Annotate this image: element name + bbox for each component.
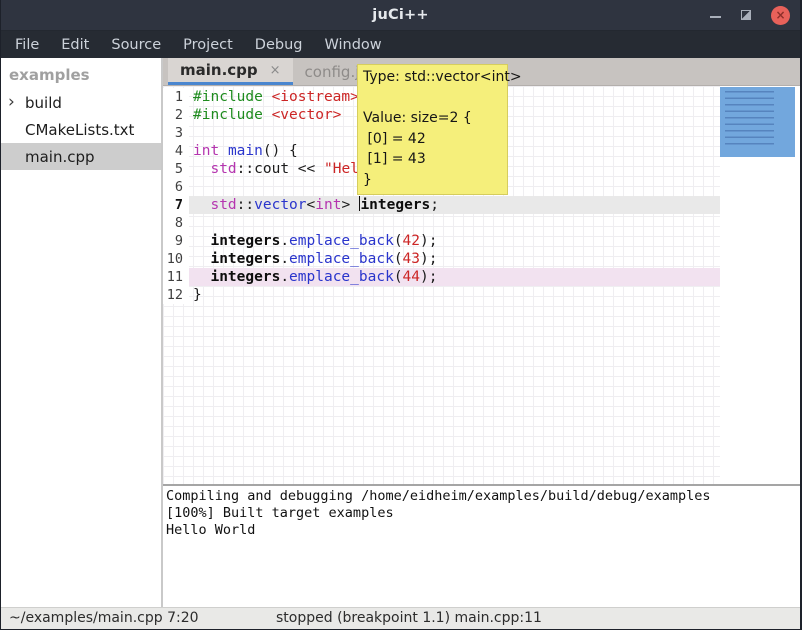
- line-number[interactable]: 12: [163, 286, 189, 304]
- file-tree-root: examples: [1, 58, 161, 89]
- menu-item-debug[interactable]: Debug: [246, 33, 312, 57]
- debug-value-tooltip: Type: std::vector<int>Value: size=2 { [0…: [357, 64, 508, 195]
- code-line[interactable]: 8: [163, 214, 720, 232]
- app-window: juCi++ × FileEditSourceProjectDebugWindo…: [0, 0, 802, 630]
- menu-item-project[interactable]: Project: [174, 33, 242, 57]
- line-number[interactable]: 10: [163, 250, 189, 268]
- line-number[interactable]: 1: [163, 88, 189, 106]
- tooltip-line: [0] = 42: [363, 129, 502, 150]
- tree-item-cmakelists-txt[interactable]: CMakeLists.txt: [1, 116, 161, 143]
- tab-close-icon[interactable]: ×: [270, 63, 281, 78]
- window-title: juCi++: [372, 7, 428, 23]
- menu-item-file[interactable]: File: [6, 33, 48, 57]
- close-icon[interactable]: ×: [771, 6, 790, 25]
- chevron-right-icon[interactable]: ›: [8, 92, 15, 112]
- code-content[interactable]: integers.emplace_back(44);: [189, 268, 720, 286]
- tooltip-line: Value: size=2 {: [363, 108, 502, 129]
- menu-item-source[interactable]: Source: [102, 33, 170, 57]
- tree-item-label: main.cpp: [25, 148, 95, 166]
- status-bar: ~/examples/main.cpp 7:20 stopped (breakp…: [1, 607, 800, 629]
- tooltip-line: [1] = 43: [363, 149, 502, 170]
- terminal-line: [100%] Built target examples: [166, 505, 800, 522]
- line-number[interactable]: 4: [163, 142, 189, 160]
- line-number[interactable]: 9: [163, 232, 189, 250]
- file-tree-sidebar[interactable]: examples › build CMakeLists.txt main.cpp: [1, 58, 161, 607]
- tab-main-cpp[interactable]: main.cpp ×: [168, 58, 293, 85]
- restore-icon[interactable]: [741, 10, 751, 20]
- menu-item-edit[interactable]: Edit: [52, 33, 98, 57]
- tooltip-line: Type: std::vector<int>: [363, 67, 502, 88]
- terminal-line: Hello World: [166, 522, 800, 539]
- line-number[interactable]: 11: [163, 268, 189, 286]
- menu-bar: FileEditSourceProjectDebugWindow: [1, 30, 800, 58]
- code-content[interactable]: [189, 214, 720, 232]
- terminal-output[interactable]: Compiling and debugging /home/eidheim/ex…: [163, 486, 800, 607]
- window-controls: ×: [710, 0, 790, 30]
- line-number[interactable]: 7: [163, 196, 189, 214]
- tree-item-build[interactable]: › build: [1, 89, 161, 116]
- line-number[interactable]: 2: [163, 106, 189, 124]
- line-number[interactable]: 3: [163, 124, 189, 142]
- line-number[interactable]: 5: [163, 160, 189, 178]
- tooltip-line: }: [363, 170, 502, 191]
- minimap-viewport[interactable]: [720, 87, 795, 157]
- tooltip-line: [363, 88, 502, 109]
- menu-item-window[interactable]: Window: [315, 33, 390, 57]
- terminal-line: Compiling and debugging /home/eidheim/ex…: [166, 488, 800, 505]
- code-line[interactable]: 11 integers.emplace_back(44);: [163, 268, 720, 286]
- minimap-code-lines: [725, 91, 774, 147]
- code-content[interactable]: }: [189, 286, 720, 304]
- minimap[interactable]: [720, 86, 800, 484]
- line-number[interactable]: 6: [163, 178, 189, 196]
- tree-item-label: build: [25, 94, 62, 112]
- title-bar: juCi++ ×: [1, 0, 800, 30]
- code-line[interactable]: 9 integers.emplace_back(42);: [163, 232, 720, 250]
- code-line[interactable]: 12}: [163, 286, 720, 304]
- tab-label: main.cpp: [180, 61, 258, 79]
- statusbar-file-position: ~/examples/main.cpp 7:20: [9, 610, 199, 626]
- minimize-icon[interactable]: [710, 16, 721, 18]
- line-number[interactable]: 8: [163, 214, 189, 232]
- tree-item-label: CMakeLists.txt: [25, 121, 134, 139]
- statusbar-debug-status: stopped (breakpoint 1.1) main.cpp:11: [276, 610, 542, 626]
- code-content[interactable]: integers.emplace_back(43);: [189, 250, 720, 268]
- code-content[interactable]: integers.emplace_back(42);: [189, 232, 720, 250]
- code-line[interactable]: 7 std::vector<int> integers;: [163, 196, 720, 214]
- code-content[interactable]: std::vector<int> integers;: [189, 196, 720, 214]
- tree-item-main-cpp[interactable]: main.cpp: [1, 143, 161, 170]
- code-line[interactable]: 10 integers.emplace_back(43);: [163, 250, 720, 268]
